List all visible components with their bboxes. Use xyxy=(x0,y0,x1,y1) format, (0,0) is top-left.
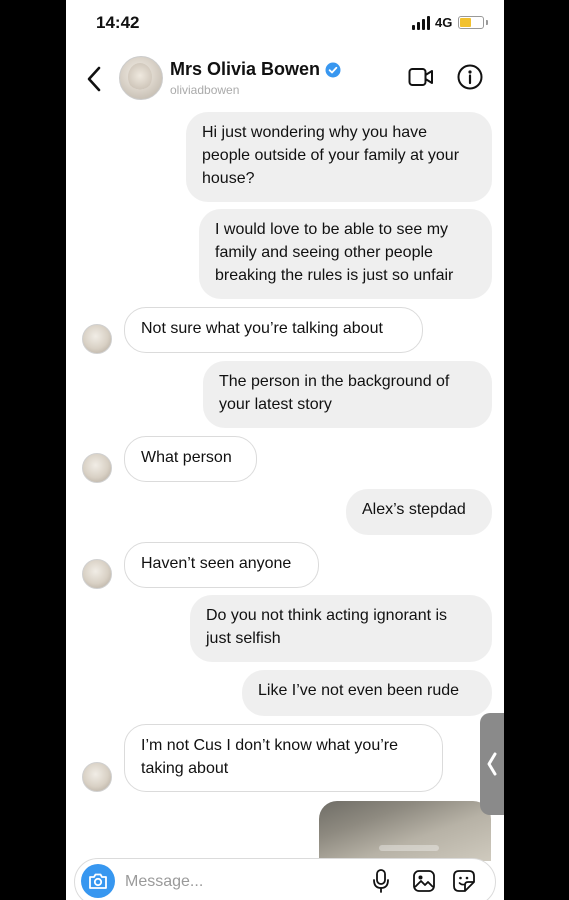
sticker-icon[interactable] xyxy=(452,869,476,893)
verified-badge-icon xyxy=(325,62,341,77)
signal-bars-icon xyxy=(412,16,432,30)
sender-avatar xyxy=(82,453,112,483)
info-icon[interactable] xyxy=(457,64,483,90)
message-outgoing[interactable]: I would love to be able to see my family… xyxy=(199,209,492,299)
sender-avatar xyxy=(82,324,112,354)
message-composer: Message... xyxy=(74,858,496,900)
back-chevron-icon[interactable] xyxy=(84,64,106,94)
status-time: 14:42 xyxy=(96,13,140,32)
message-outgoing[interactable]: Alex’s stepdad xyxy=(346,489,492,535)
message-outgoing[interactable]: Like I’ve not even been rude xyxy=(242,670,492,716)
message-outgoing[interactable]: The person in the background of your lat… xyxy=(203,361,492,428)
message-incoming[interactable]: Not sure what you’re talking about xyxy=(124,307,423,353)
message-incoming[interactable]: What person xyxy=(124,436,257,482)
message-outgoing[interactable]: Hi just wondering why you have people ou… xyxy=(186,112,492,202)
sender-avatar xyxy=(82,762,112,792)
shared-photo-message[interactable] xyxy=(319,801,491,861)
side-drawer-handle[interactable] xyxy=(480,713,504,815)
network-type: 4G xyxy=(435,15,453,30)
message-incoming[interactable]: I’m not Cus I don’t know what you’re tak… xyxy=(124,724,443,792)
contact-handle: oliviadbowen xyxy=(170,83,240,97)
status-bar: 14:42 4G xyxy=(66,0,504,46)
microphone-icon[interactable] xyxy=(371,868,391,894)
message-incoming[interactable]: Haven’t seen anyone xyxy=(124,542,319,588)
chat-header: Mrs Olivia Bowen oliviadbowen xyxy=(66,46,504,110)
contact-avatar[interactable] xyxy=(119,56,163,100)
chevron-left-icon xyxy=(487,752,497,776)
message-outgoing[interactable]: Do you not think acting ignorant is just… xyxy=(190,595,492,662)
phone-screen: 14:42 4G Mrs Olivia Bowen oliviadbowen H… xyxy=(66,0,504,900)
camera-button[interactable] xyxy=(81,864,115,898)
contact-name-row[interactable]: Mrs Olivia Bowen xyxy=(170,59,341,80)
battery-icon xyxy=(458,16,488,29)
message-input[interactable]: Message... xyxy=(125,873,203,891)
camera-icon xyxy=(89,873,107,889)
gallery-icon[interactable] xyxy=(412,869,436,893)
video-call-icon[interactable] xyxy=(408,66,434,88)
contact-name[interactable]: Mrs Olivia Bowen xyxy=(170,59,320,80)
sender-avatar xyxy=(82,559,112,589)
